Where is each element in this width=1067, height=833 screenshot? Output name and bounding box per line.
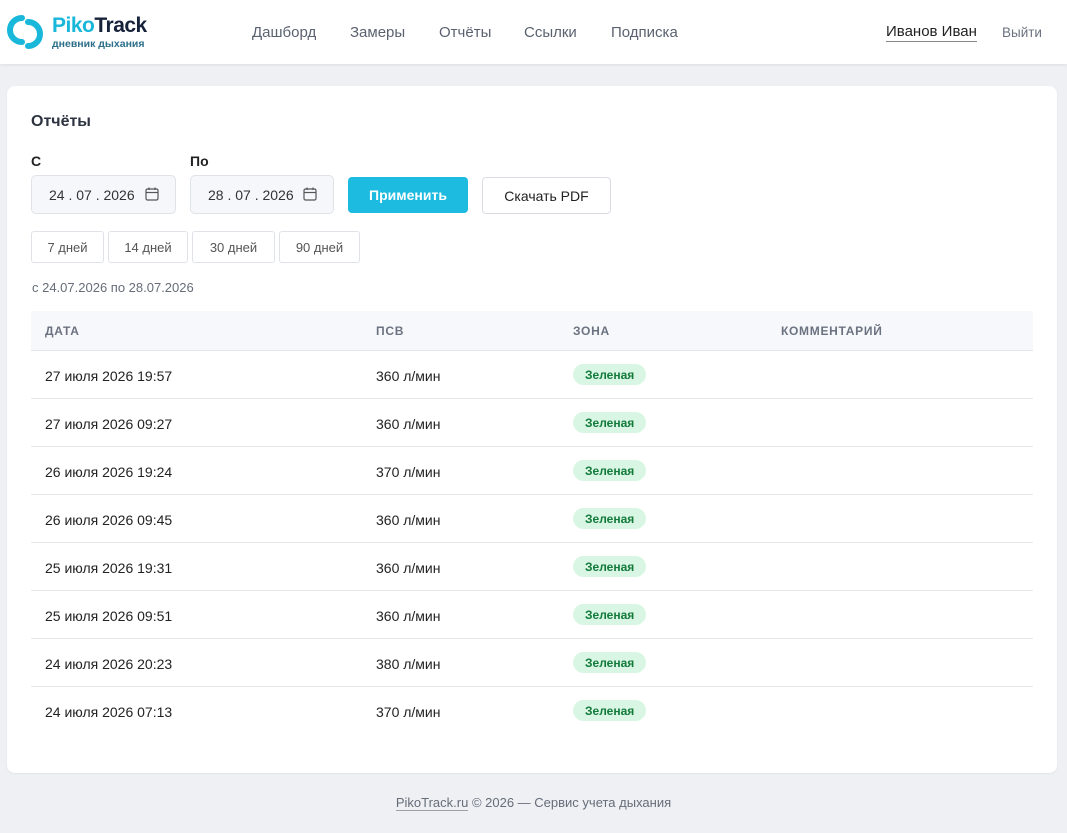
table-header: ДАТА ПСВ ЗОНА КОММЕНТАРИЙ — [31, 311, 1033, 351]
table-row: 27 июля 2026 09:27 360 л/мин Зеленая — [31, 399, 1033, 447]
table-row: 26 июля 2026 09:45 360 л/мин Зеленая — [31, 495, 1033, 543]
logo-name-part1: Piko — [52, 13, 95, 37]
zone-badge: Зеленая — [573, 652, 647, 673]
zone-badge: Зеленая — [573, 604, 647, 625]
to-date-label: По — [190, 153, 209, 169]
logo-icon — [7, 15, 43, 49]
logo[interactable]: PikoTrack дневник дыхания — [6, 12, 147, 52]
column-header-zone: ЗОНА — [573, 324, 610, 338]
table-row: 24 июля 2026 20:23 380 л/мин Зеленая — [31, 639, 1033, 687]
cell-date: 27 июля 2026 09:27 — [45, 416, 173, 432]
column-header-comment: КОММЕНТАРИЙ — [781, 324, 883, 338]
zone-badge: Зеленая — [573, 556, 647, 577]
table-row: 24 июля 2026 07:13 370 л/мин Зеленая — [31, 687, 1033, 735]
footer: PikoTrack.ru © 2026 — Сервис учета дыхан… — [0, 795, 1067, 811]
cell-psv: 360 л/мин — [376, 368, 441, 384]
cell-date: 24 июля 2026 07:13 — [45, 704, 173, 720]
from-date-label: С — [31, 153, 42, 169]
zone-badge: Зеленая — [573, 412, 647, 433]
calendar-icon[interactable] — [303, 187, 317, 201]
table-row: 25 июля 2026 09:51 360 л/мин Зеленая — [31, 591, 1033, 639]
cell-psv: 360 л/мин — [376, 512, 441, 528]
user-profile-link[interactable]: Иванов Иван — [886, 23, 977, 42]
table-row: 26 июля 2026 19:24 370 л/мин Зеленая — [31, 447, 1033, 495]
measurements-table: ДАТА ПСВ ЗОНА КОММЕНТАРИЙ 27 июля 2026 1… — [31, 311, 1033, 735]
table-body: 27 июля 2026 19:57 360 л/мин Зеленая 27 июл… — [31, 351, 1033, 735]
cell-date: 25 июля 2026 09:51 — [45, 608, 173, 624]
zone-badge: Зеленая — [573, 460, 647, 481]
footer-copyright: © 2026 — Сервис учета дыхания — [468, 795, 672, 810]
column-header-psv: ПСВ — [376, 324, 405, 338]
from-date-input[interactable]: 24 . 07 . 2026 — [31, 175, 176, 214]
cell-psv: 380 л/мин — [376, 656, 441, 672]
reports-card: Отчёты С 24 . 07 . 2026 По 28 . 07 . 202… — [7, 86, 1057, 773]
range-14-days-button[interactable]: 14 дней — [108, 231, 188, 263]
nav-dashboard[interactable]: Дашборд — [252, 24, 316, 41]
cell-date: 26 июля 2026 09:45 — [45, 512, 173, 528]
logo-tagline: дневник дыхания — [52, 37, 145, 50]
cell-date: 27 июля 2026 19:57 — [45, 368, 173, 384]
footer-site-link[interactable]: PikoTrack.ru — [395, 795, 469, 811]
page-title: Отчёты — [31, 113, 91, 130]
apply-button[interactable]: Применить — [348, 177, 468, 213]
logo-name-part2: Track — [94, 13, 147, 37]
zone-badge: Зеленая — [573, 700, 647, 721]
cell-date: 25 июля 2026 19:31 — [45, 560, 173, 576]
cell-psv: 360 л/мин — [376, 416, 441, 432]
cell-psv: 370 л/мин — [376, 464, 441, 480]
range-7-days-button[interactable]: 7 дней — [31, 231, 104, 263]
top-navbar: PikoTrack дневник дыхания Дашборд Замеры… — [0, 0, 1067, 64]
table-row: 27 июля 2026 19:57 360 л/мин Зеленая — [31, 351, 1033, 399]
range-90-days-button[interactable]: 90 дней — [279, 231, 360, 263]
cell-psv: 360 л/мин — [376, 608, 441, 624]
nav-measurements[interactable]: Замеры — [350, 24, 405, 41]
table-row: 25 июля 2026 19:31 360 л/мин Зеленая — [31, 543, 1033, 591]
calendar-icon[interactable] — [145, 187, 159, 201]
cell-date: 24 июля 2026 20:23 — [45, 656, 173, 672]
to-date-value: 28 . 07 . 2026 — [208, 186, 294, 203]
nav-reports[interactable]: Отчёты — [439, 24, 491, 41]
selected-range-text: с 24.07.2026 по 28.07.2026 — [32, 280, 194, 295]
cell-date: 26 июля 2026 19:24 — [45, 464, 173, 480]
zone-badge: Зеленая — [573, 508, 647, 529]
from-date-value: 24 . 07 . 2026 — [49, 186, 135, 203]
download-pdf-button[interactable]: Скачать PDF — [482, 177, 611, 214]
cell-psv: 360 л/мин — [376, 560, 441, 576]
column-header-date: ДАТА — [45, 324, 80, 338]
logout-link[interactable]: Выйти — [1002, 25, 1042, 40]
to-date-input[interactable]: 28 . 07 . 2026 — [190, 175, 334, 214]
nav-links[interactable]: Ссылки — [524, 24, 577, 41]
cell-psv: 370 л/мин — [376, 704, 441, 720]
nav-subscription[interactable]: Подписка — [611, 24, 678, 41]
range-30-days-button[interactable]: 30 дней — [192, 231, 275, 263]
zone-badge: Зеленая — [573, 364, 647, 385]
